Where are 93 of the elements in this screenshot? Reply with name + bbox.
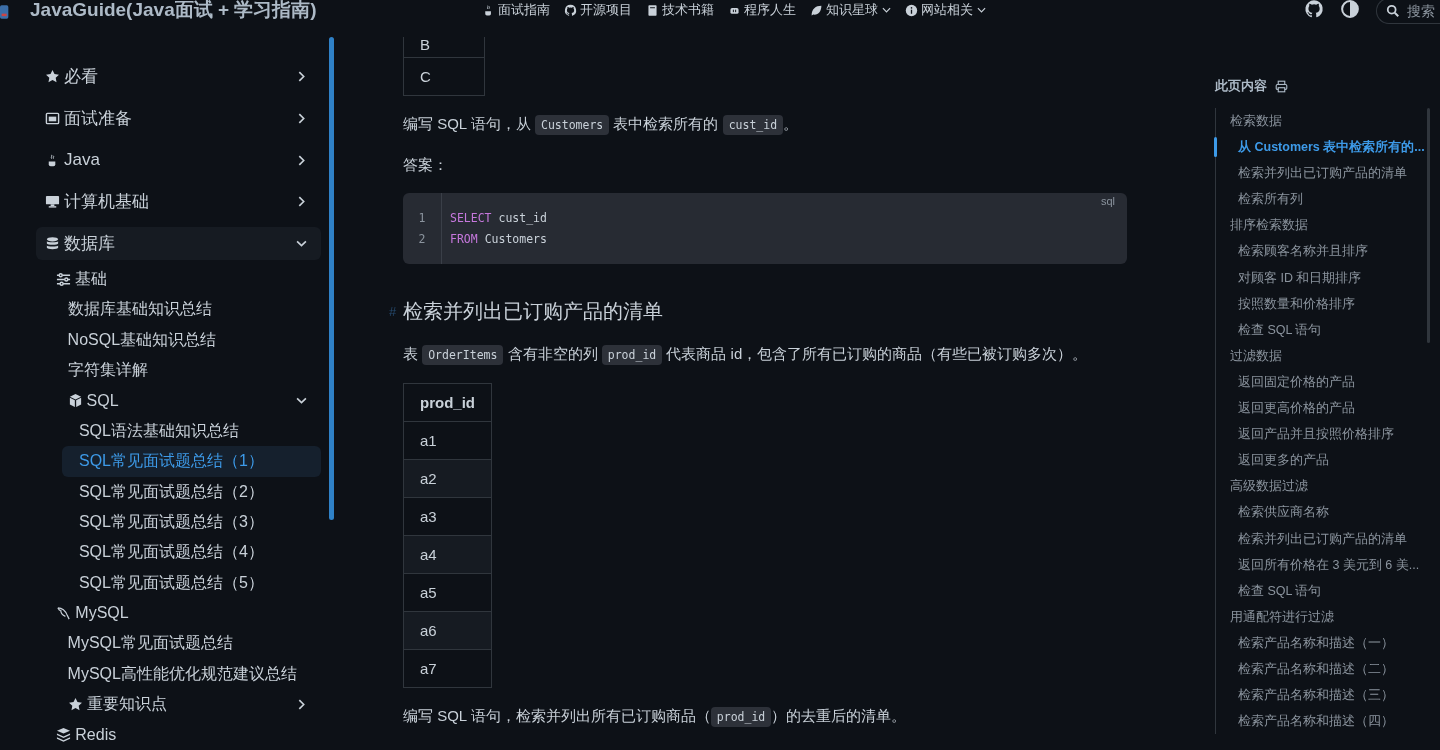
book-icon (645, 3, 659, 17)
table-cell: a4 (403, 535, 492, 574)
toc-link[interactable]: 返回产品并且按照价格排序 (1216, 421, 1428, 448)
sliders-icon (56, 272, 72, 288)
toc-link[interactable]: 检索并列出已订购产品的清单 (1216, 525, 1428, 552)
paragraph: 表 OrderItems 含有非空的列 prod_id 代表商品 id，包含了所有已订购的商品（有些已被订购多次）。 (403, 342, 1127, 367)
toc-link[interactable]: 对顾客 ID 和日期排序 (1216, 264, 1428, 291)
toc-link[interactable]: 高级数据过滤 (1216, 473, 1428, 500)
table-header-cell: prod_id (403, 383, 492, 422)
toc-link[interactable]: 过滤数据 (1216, 342, 1428, 369)
table-cell: a1 (403, 421, 492, 460)
toc-link[interactable]: 检索所有列 (1216, 186, 1428, 213)
section-heading: 检索并列出已订购产品的清单 (403, 299, 663, 324)
contrast-icon[interactable] (1340, 0, 1360, 19)
toc-link[interactable]: 检索产品名称和描述（三） (1216, 682, 1428, 709)
nav-link[interactable]: 程序人生 (727, 2, 796, 18)
star-icon (67, 696, 83, 712)
table-cell: a2 (403, 459, 492, 498)
nav-link[interactable]: 知识星球 (809, 2, 891, 18)
toc-title: 此页内容 (1215, 77, 1267, 95)
nav-link[interactable]: 网站相关 (904, 2, 986, 18)
paragraph: 编写 SQL 语句，从 Customers 表中检索所有的 cust_id 。 (403, 112, 1127, 137)
language-label: sql (1100, 195, 1115, 207)
toc-link[interactable]: 检查 SQL 语句 (1216, 577, 1428, 604)
sidebar-item[interactable]: MySQL高性能优化规范建议总结 (0, 658, 321, 690)
sidebar-item[interactable]: MySQL常见面试题总结 (0, 628, 321, 659)
toc-link[interactable]: 返回固定价格的产品 (1216, 368, 1428, 396)
info-icon (904, 3, 918, 17)
paragraph: 编写 SQL 语句，检索并列出所有已订购商品（ prod_id ）的去重后的清单。 (403, 704, 1127, 729)
toc-link[interactable]: 检查 SQL 语句 (1216, 316, 1428, 343)
site-title[interactable]: JavaGuide(Java面试 + 学习指南) (30, 0, 317, 20)
sidebar-item[interactable]: SQL常见面试题总结（5） (0, 567, 321, 599)
toc-link[interactable]: 从 Customers 表中检索所有的... (1216, 134, 1428, 161)
sidebar-item[interactable]: SQL语法基础知识总结 (0, 416, 321, 447)
nav-link[interactable]: 面试指南 (481, 2, 550, 18)
sidebar-item[interactable]: SQL (0, 385, 321, 417)
sidebar-item[interactable]: 基础 (0, 264, 321, 295)
toc-link[interactable]: 检索并列出已订购产品的清单 (1216, 160, 1428, 187)
sidebar-item[interactable]: Redis (0, 719, 321, 750)
monitor-icon (45, 194, 60, 210)
table-cell: C (403, 57, 485, 96)
toc-link[interactable]: 返回所有价格在 3 美元到 6 美... (1216, 551, 1428, 578)
table-cell: a3 (403, 497, 492, 536)
toc-link[interactable]: 检索产品名称和描述（四） (1216, 708, 1428, 735)
sidebar-item[interactable]: MySQL (0, 598, 321, 629)
cube-icon (67, 393, 83, 409)
line-number: 1 (418, 210, 426, 227)
leaf-icon (809, 3, 823, 17)
scrollbar[interactable] (1427, 108, 1430, 343)
sidebar-item[interactable]: 数据库基础知识总结 (0, 294, 321, 326)
sidebar-item[interactable]: 数据库 (36, 226, 321, 261)
table-cell: a7 (403, 649, 492, 688)
star-icon (45, 69, 60, 85)
search-field[interactable]: 搜索 (1376, 0, 1440, 24)
sidebar-item[interactable]: 必看 (36, 56, 321, 98)
sidebar-item[interactable]: NoSQL基础知识总结 (0, 325, 321, 356)
toc-link[interactable]: 返回更多的产品 (1216, 447, 1428, 474)
toc-link[interactable]: 检索供应商名称 (1216, 499, 1428, 526)
nav-link[interactable]: 开源项目 (563, 2, 632, 18)
toc-link[interactable]: 按照数量和价格排序 (1216, 290, 1428, 317)
table-cell: a6 (403, 611, 492, 650)
toc-link[interactable]: 检索产品名称和描述（二） (1216, 655, 1428, 683)
sidebar-item[interactable]: 重要知识点 (0, 689, 321, 720)
toc-link[interactable]: 检索产品名称和描述（一） (1216, 629, 1428, 656)
scrollbar[interactable] (329, 37, 334, 520)
code-line: SELECT cust_id (450, 210, 547, 227)
table-cell: B (403, 37, 485, 58)
sidebar-item[interactable]: Java (36, 139, 321, 181)
sidebar-item[interactable]: SQL常见面试题总结（2） (0, 476, 321, 508)
sidebar-item[interactable]: SQL常见面试题总结（3） (0, 507, 321, 538)
logo-icon[interactable] (0, 2, 10, 22)
code-line: FROM Customers (450, 231, 547, 248)
sidebar-item[interactable]: 字符集详解 (0, 355, 321, 386)
print-icon[interactable] (1275, 79, 1288, 93)
sidebar-item[interactable]: SQL常见面试题总结（4） (0, 537, 321, 568)
table-cell: a5 (403, 573, 492, 612)
github-icon[interactable] (1304, 0, 1324, 19)
sidebar-item[interactable]: 计算机基础 (36, 181, 321, 223)
toc-link[interactable]: 排序检索数据 (1216, 212, 1428, 239)
sidebar-item[interactable]: 面试准备 (36, 97, 321, 140)
github-icon (563, 3, 577, 17)
line-number: 2 (418, 231, 426, 248)
search-icon (1386, 4, 1400, 18)
calendar-icon (45, 111, 60, 126)
paragraph: 答案： (403, 155, 449, 175)
sidebar-item[interactable]: SQL常见面试题总结（1） (62, 446, 321, 477)
toc-link[interactable]: 返回更高价格的产品 (1216, 395, 1428, 422)
toc-link[interactable]: 用通配符进行过滤 (1216, 603, 1428, 630)
nav-link[interactable]: 技术书籍 (645, 2, 714, 18)
database-icon (45, 236, 60, 252)
toc-link[interactable]: 检索数据 (1216, 108, 1428, 135)
layers-icon (56, 727, 72, 743)
toc-link[interactable]: 检索顾客名称并且排序 (1216, 238, 1428, 265)
